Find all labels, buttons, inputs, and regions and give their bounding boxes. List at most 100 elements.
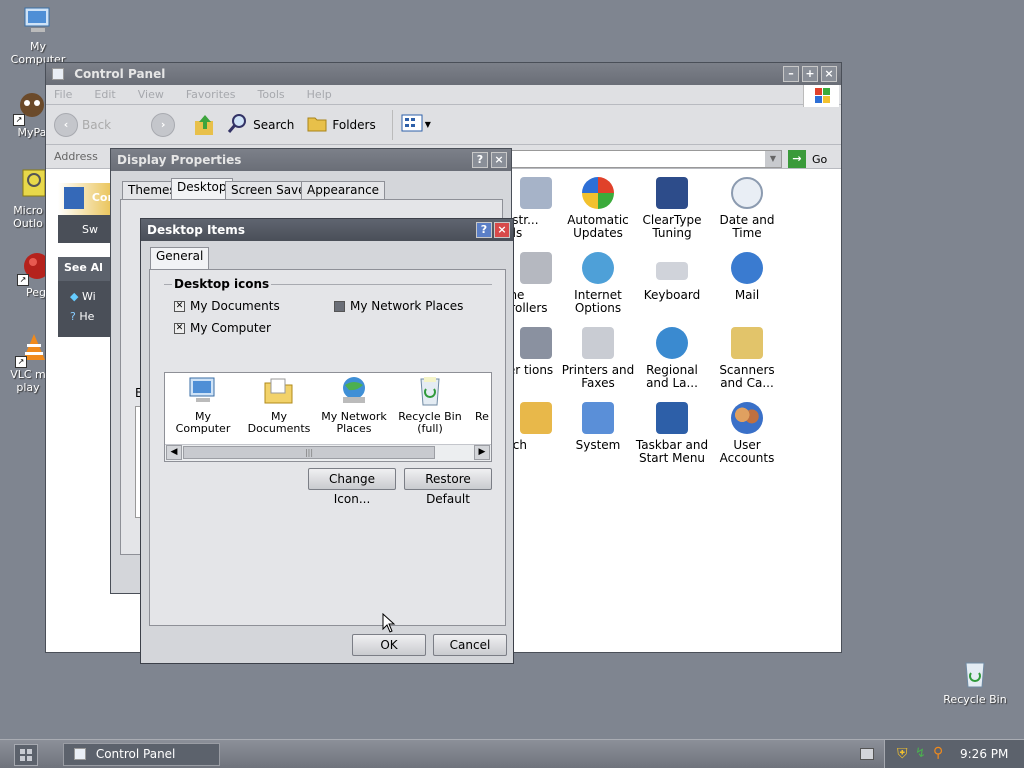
folders-label: Folders xyxy=(332,117,376,132)
my-computer-checkbox-label: My Computer xyxy=(190,321,271,335)
menu-favorites[interactable]: Favorites xyxy=(186,88,236,101)
desktop-icon-recycle-bin[interactable]: Recycle Bin xyxy=(939,657,1011,706)
cp-item-date-time[interactable]: Date and Time xyxy=(709,177,785,240)
my-network-places-checkbox-label: My Network Places xyxy=(350,299,464,313)
mail-icon xyxy=(731,252,763,284)
close-button[interactable]: × xyxy=(821,66,837,82)
power-icon xyxy=(520,327,552,359)
go-label: Go xyxy=(812,152,828,166)
up-folder-icon[interactable] xyxy=(193,113,217,137)
go-button[interactable]: → Go xyxy=(788,150,827,168)
tab-desktop[interactable]: Desktop xyxy=(171,178,233,200)
icon-item-my-documents[interactable]: My Documents xyxy=(241,375,317,435)
icon-item-network-places[interactable]: My Network Places xyxy=(317,375,391,435)
change-icon-button[interactable]: Change Icon... xyxy=(308,468,396,506)
clock-icon xyxy=(731,177,763,209)
windows-logo-icon xyxy=(803,85,839,107)
keyboard-tray-icon[interactable] xyxy=(860,748,874,760)
address-label: Address xyxy=(54,150,98,163)
icon-item-recycle-bin-empty[interactable]: Re ( xyxy=(469,375,491,423)
my-documents-checkbox-label: My Documents xyxy=(190,299,280,313)
close-button[interactable]: × xyxy=(491,152,507,168)
icon-item-recycle-bin-full[interactable]: Recycle Bin (full) xyxy=(393,375,467,435)
taskbar-button-control-panel[interactable]: Control Panel xyxy=(63,743,220,766)
desktop-items-titlebar[interactable]: Desktop Items ? × xyxy=(141,219,513,241)
scroll-right-arrow-icon[interactable]: ▶ xyxy=(474,445,490,460)
cp-item-cleartype[interactable]: ClearType Tuning xyxy=(634,177,710,240)
general-tab-panel: Desktop icons ✕ My Documents My Network … xyxy=(149,269,506,626)
cp-item-automatic-updates[interactable]: Automatic Updates xyxy=(560,177,636,240)
cp-item-scanners[interactable]: Scanners and Ca... xyxy=(709,327,785,390)
cleartype-icon xyxy=(656,177,688,209)
cp-item-system[interactable]: System xyxy=(560,402,636,452)
folder-icon xyxy=(306,112,328,137)
group-label: Desktop icons xyxy=(172,277,272,291)
chevron-down-icon: ▼ xyxy=(424,120,431,129)
my-computer-checkbox[interactable]: ✕ xyxy=(174,323,185,334)
menu-edit[interactable]: Edit xyxy=(94,88,115,101)
dropdown-arrow-icon[interactable]: ▼ xyxy=(765,151,781,167)
tab-appearance[interactable]: Appearance xyxy=(301,181,386,199)
display-properties-titlebar[interactable]: Display Properties ? × xyxy=(111,149,511,171)
desktop-items-dialog: Desktop Items ? × General Desktop icons … xyxy=(140,218,514,664)
minimize-button[interactable]: – xyxy=(783,66,799,82)
cp-item-regional[interactable]: Regional and La... xyxy=(634,327,710,390)
taskbar-button-label: Control Panel xyxy=(95,747,176,761)
help-button[interactable]: ? xyxy=(472,152,488,168)
tab-general[interactable]: General xyxy=(150,247,210,269)
ok-button[interactable]: OK xyxy=(352,634,426,656)
menu-view[interactable]: View xyxy=(138,88,164,101)
network-places-icon xyxy=(337,375,371,407)
back-label: Back xyxy=(82,117,112,132)
globe-icon xyxy=(582,252,614,284)
cancel-button[interactable]: Cancel xyxy=(433,634,507,656)
back-button[interactable]: ‹ xyxy=(54,112,78,137)
game-controller-icon xyxy=(520,252,552,284)
views-button[interactable]: ▼ xyxy=(391,109,431,140)
mouse-cursor-icon xyxy=(382,612,396,636)
icon-item-my-computer[interactable]: My Computer xyxy=(167,375,239,435)
taskbar: Control Panel ⛨ ↯ ⚲ 9:26 PM xyxy=(0,739,1024,768)
address-field[interactable]: ▼ xyxy=(506,150,782,168)
help-button[interactable]: ? xyxy=(476,222,492,238)
cp-item-mail[interactable]: Mail xyxy=(709,252,785,302)
automatic-updates-icon xyxy=(582,177,614,209)
folders-button[interactable]: Folders xyxy=(306,112,376,137)
maximize-button[interactable]: + xyxy=(802,66,818,82)
network-tray-icon[interactable]: ↯ xyxy=(915,746,926,761)
control-panel-titlebar[interactable]: Control Panel – + × xyxy=(46,63,841,85)
dialog-title: Desktop Items xyxy=(147,223,245,237)
recycle-bin-icon xyxy=(958,657,992,691)
system-tray: ⛨ ↯ ⚲ 9:26 PM xyxy=(884,740,1024,768)
menu-file[interactable]: File xyxy=(54,88,72,101)
my-network-places-checkbox[interactable] xyxy=(334,301,345,312)
users-icon xyxy=(731,402,763,434)
scroll-left-arrow-icon[interactable]: ◀ xyxy=(166,445,182,460)
admin-tools-icon xyxy=(520,177,552,209)
close-button[interactable]: × xyxy=(494,222,510,238)
forward-button[interactable]: › xyxy=(151,112,176,137)
cp-item-printers[interactable]: Printers and Faxes xyxy=(560,327,636,390)
window-title: Control Panel xyxy=(74,67,166,81)
menu-tools[interactable]: Tools xyxy=(258,88,285,101)
menu-help[interactable]: Help xyxy=(307,88,332,101)
window-title: Display Properties xyxy=(117,153,242,167)
desktop-icon-my-computer[interactable]: My Computer xyxy=(2,4,74,66)
cp-item-taskbar[interactable]: Taskbar and Start Menu xyxy=(634,402,710,465)
search-button[interactable]: Search xyxy=(227,112,294,137)
start-button[interactable] xyxy=(14,744,38,766)
search-tray-icon[interactable]: ⚲ xyxy=(933,745,943,761)
icon-list: My Computer My Documents My Network Plac… xyxy=(164,372,492,462)
horizontal-scrollbar[interactable]: ◀ ||| ▶ xyxy=(165,444,491,461)
cp-item-keyboard[interactable]: Keyboard xyxy=(634,252,710,302)
cp-item-user-accounts[interactable]: User Accounts xyxy=(709,402,785,465)
restore-default-button[interactable]: Restore Default xyxy=(404,468,492,506)
recycle-bin-empty-icon xyxy=(475,375,491,407)
my-documents-checkbox[interactable]: ✕ xyxy=(174,301,185,312)
control-panel-icon xyxy=(52,68,64,80)
speech-icon xyxy=(520,402,552,434)
security-shield-icon[interactable]: ⛨ xyxy=(897,746,908,762)
scrollbar-thumb[interactable]: ||| xyxy=(183,446,435,459)
cp-item-internet-options[interactable]: Internet Options xyxy=(560,252,636,315)
views-icon xyxy=(401,113,425,136)
